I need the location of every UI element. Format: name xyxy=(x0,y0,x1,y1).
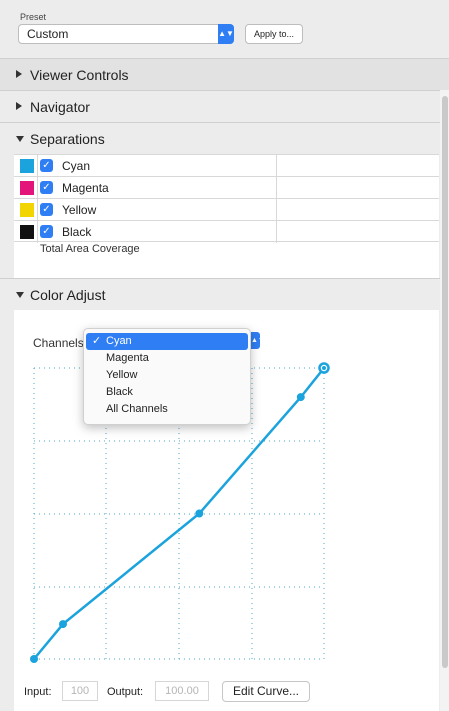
input-field[interactable]: 100 xyxy=(62,681,98,701)
curve-control-point[interactable] xyxy=(59,620,67,629)
channel-option-black[interactable]: Black xyxy=(84,384,250,401)
curve-control-point[interactable] xyxy=(195,509,204,518)
output-field[interactable]: 100.00 xyxy=(155,681,209,701)
edit-curve-button[interactable]: Edit Curve... xyxy=(222,681,310,702)
channel-option-yellow[interactable]: Yellow xyxy=(84,367,250,384)
chevron-updown-icon[interactable]: ▲▼ xyxy=(251,332,265,349)
channels-dropdown-menu[interactable]: ✓ Cyan Magenta Yellow Black All Channels xyxy=(83,328,251,425)
curve-control-point[interactable] xyxy=(296,393,305,402)
channel-option-all[interactable]: All Channels xyxy=(84,401,250,418)
input-label: Input: xyxy=(24,686,52,698)
channel-option-cyan[interactable]: ✓ Cyan xyxy=(86,333,248,350)
channel-option-magenta[interactable]: Magenta xyxy=(84,350,250,367)
checkmark-icon: ✓ xyxy=(92,335,102,347)
curve-endpoint-dot xyxy=(322,366,326,370)
curve-control-point[interactable] xyxy=(30,655,38,663)
output-label: Output: xyxy=(107,686,144,698)
